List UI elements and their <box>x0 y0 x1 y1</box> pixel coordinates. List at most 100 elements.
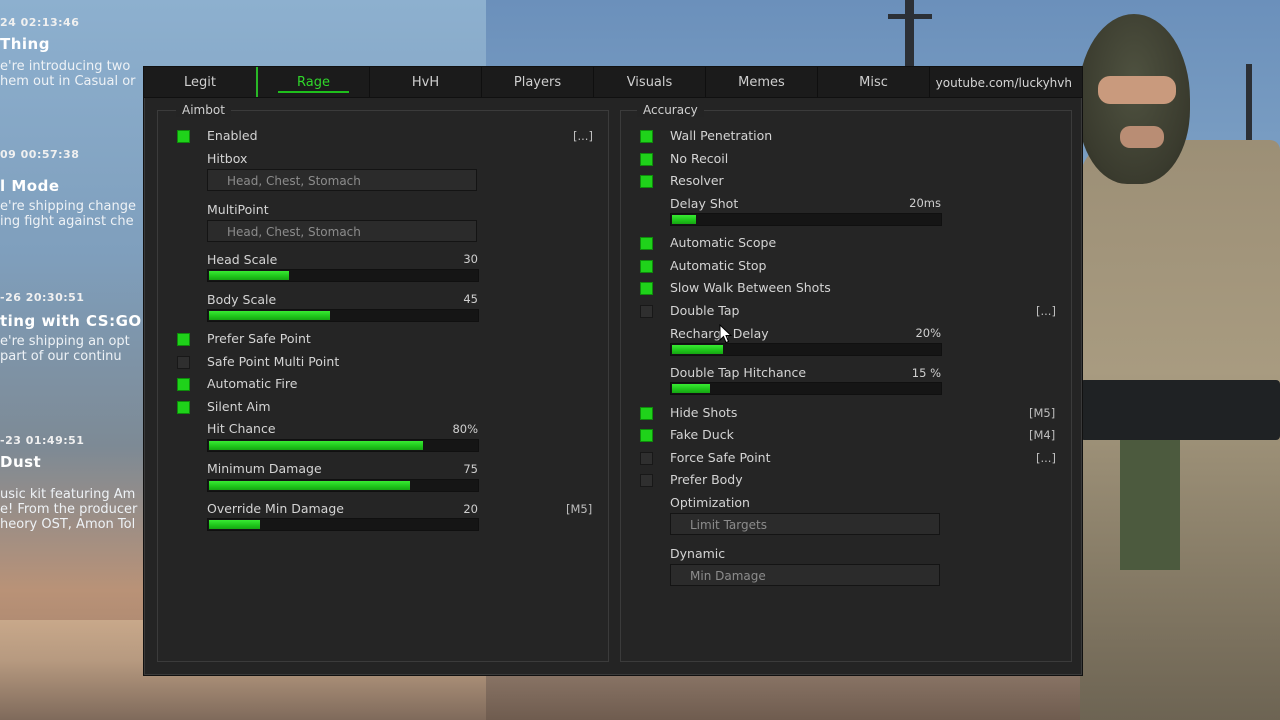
hide-shots-label: Hide Shots <box>670 405 738 420</box>
tab-players[interactable]: Players <box>482 67 594 97</box>
automatic-scope-label: Automatic Scope <box>670 235 777 250</box>
prefer-safe-point-label: Prefer Safe Point <box>207 331 311 346</box>
tab-label: Legit <box>184 75 216 90</box>
player-model-mouth <box>1120 126 1164 148</box>
delay-shot-label: Delay Shot <box>670 196 739 211</box>
dynamic-dropdown[interactable]: Min Damage <box>670 564 940 586</box>
hit-chance-value: 80% <box>452 422 478 436</box>
slider-fill <box>672 384 710 393</box>
news-date: -23 01:49:51 <box>0 434 85 447</box>
news-text: usic kit featuring Am <box>0 487 136 502</box>
mouse-cursor-icon <box>719 324 733 344</box>
no-recoil-checkbox[interactable] <box>640 153 653 166</box>
optimization-label: Optimization <box>670 495 750 510</box>
tab-misc[interactable]: Misc <box>818 67 930 97</box>
double-tap-hitchance-label: Double Tap Hitchance <box>670 365 807 380</box>
override-min-damage-keybind[interactable]: [M5] <box>566 502 592 516</box>
multipoint-dropdown[interactable]: Head, Chest, Stomach <box>207 220 477 242</box>
news-date: 24 02:13:46 <box>0 16 80 29</box>
hit-chance-slider[interactable] <box>207 439 479 452</box>
group-title: Accuracy <box>637 103 704 117</box>
hide-shots-keybind[interactable]: [M5] <box>1029 406 1055 420</box>
head-scale-label: Head Scale <box>207 252 278 267</box>
override-min-damage-slider[interactable] <box>207 518 479 531</box>
slider-fill <box>209 311 330 320</box>
slow-walk-checkbox[interactable] <box>640 282 653 295</box>
news-item: -26 20:30:51 ting with CS:GO e're shippi… <box>0 291 142 364</box>
hitbox-dropdown[interactable]: Head, Chest, Stomach <box>207 169 477 191</box>
dynamic-label: Dynamic <box>670 546 726 561</box>
active-tab-underline <box>278 91 349 93</box>
minimum-damage-label: Minimum Damage <box>207 461 322 476</box>
recharge-delay-slider[interactable] <box>670 343 942 356</box>
minimum-damage-slider[interactable] <box>207 479 479 492</box>
slider-fill <box>209 481 410 490</box>
news-title: ting with CS:GO <box>0 312 142 330</box>
hide-shots-checkbox[interactable] <box>640 407 653 420</box>
cheat-menu-window: Legit Rage HvH Players Visuals Memes Mis… <box>143 66 1083 676</box>
force-safe-point-checkbox[interactable] <box>640 452 653 465</box>
slider-fill <box>672 215 697 224</box>
slider-fill <box>209 441 424 450</box>
delay-shot-value: 20ms <box>909 196 941 210</box>
body-scale-slider[interactable] <box>207 309 479 322</box>
wall-penetration-label: Wall Penetration <box>670 128 773 143</box>
fake-duck-checkbox[interactable] <box>640 429 653 442</box>
news-date: -26 20:30:51 <box>0 291 85 304</box>
optimization-dropdown[interactable]: Limit Targets <box>670 513 940 535</box>
resolver-checkbox[interactable] <box>640 175 653 188</box>
multipoint-label: MultiPoint <box>207 202 269 217</box>
player-model-gun-stock <box>1120 440 1180 570</box>
double-tap-keybind[interactable]: [...] <box>1036 304 1056 318</box>
minimum-damage-value: 75 <box>463 462 478 476</box>
accuracy-group: Accuracy Wall Penetration No Recoil Reso… <box>620 103 1072 662</box>
delay-shot-slider[interactable] <box>670 213 942 226</box>
player-model-eyes <box>1098 76 1176 104</box>
force-safe-point-keybind[interactable]: [...] <box>1036 451 1056 465</box>
news-item: 09 00:57:38 l Mode e're shipping change … <box>0 148 136 229</box>
news-title: Thing <box>0 35 50 53</box>
tab-label: Rage <box>297 75 330 90</box>
double-tap-checkbox[interactable] <box>640 305 653 318</box>
resolver-label: Resolver <box>670 173 724 188</box>
fake-duck-keybind[interactable]: [M4] <box>1029 428 1055 442</box>
tab-label: Misc <box>859 75 888 90</box>
force-safe-point-label: Force Safe Point <box>670 450 771 465</box>
body-scale-value: 45 <box>463 292 478 306</box>
fake-duck-label: Fake Duck <box>670 427 734 442</box>
background-mast <box>905 0 914 66</box>
news-text: e're shipping change <box>0 199 136 214</box>
tab-memes[interactable]: Memes <box>706 67 818 97</box>
tab-visuals[interactable]: Visuals <box>594 67 706 97</box>
prefer-body-checkbox[interactable] <box>640 474 653 487</box>
news-date: 09 00:57:38 <box>0 148 80 161</box>
double-tap-hitchance-value: 15 % <box>911 366 941 380</box>
slider-fill <box>672 345 723 354</box>
tab-hvh[interactable]: HvH <box>370 67 482 97</box>
body-scale-label: Body Scale <box>207 292 277 307</box>
enabled-keybind[interactable]: [...] <box>573 129 593 143</box>
tab-rage[interactable]: Rage <box>258 67 370 97</box>
silent-aim-checkbox[interactable] <box>177 401 190 414</box>
automatic-scope-checkbox[interactable] <box>640 237 653 250</box>
prefer-safe-point-checkbox[interactable] <box>177 333 190 346</box>
wall-penetration-checkbox[interactable] <box>640 130 653 143</box>
background-mast-bar <box>888 14 932 19</box>
automatic-fire-checkbox[interactable] <box>177 378 190 391</box>
enabled-checkbox[interactable] <box>177 130 190 143</box>
automatic-stop-checkbox[interactable] <box>640 260 653 273</box>
news-text: part of our continu <box>0 349 122 364</box>
double-tap-hitchance-slider[interactable] <box>670 382 942 395</box>
head-scale-value: 30 <box>463 252 478 266</box>
tab-label: Visuals <box>626 75 673 90</box>
safe-point-multi-point-checkbox[interactable] <box>177 356 190 369</box>
head-scale-slider[interactable] <box>207 269 479 282</box>
site-link[interactable]: youtube.com/luckyhvh <box>936 67 1072 99</box>
news-text: e're introducing two <box>0 59 131 74</box>
news-item: -23 01:49:51 Dust usic kit featuring Am … <box>0 434 137 532</box>
no-recoil-label: No Recoil <box>670 151 729 166</box>
news-text: e're shipping an opt <box>0 334 130 349</box>
double-tap-label: Double Tap <box>670 303 740 318</box>
tab-label: Memes <box>738 75 785 90</box>
tab-legit[interactable]: Legit <box>144 67 257 97</box>
